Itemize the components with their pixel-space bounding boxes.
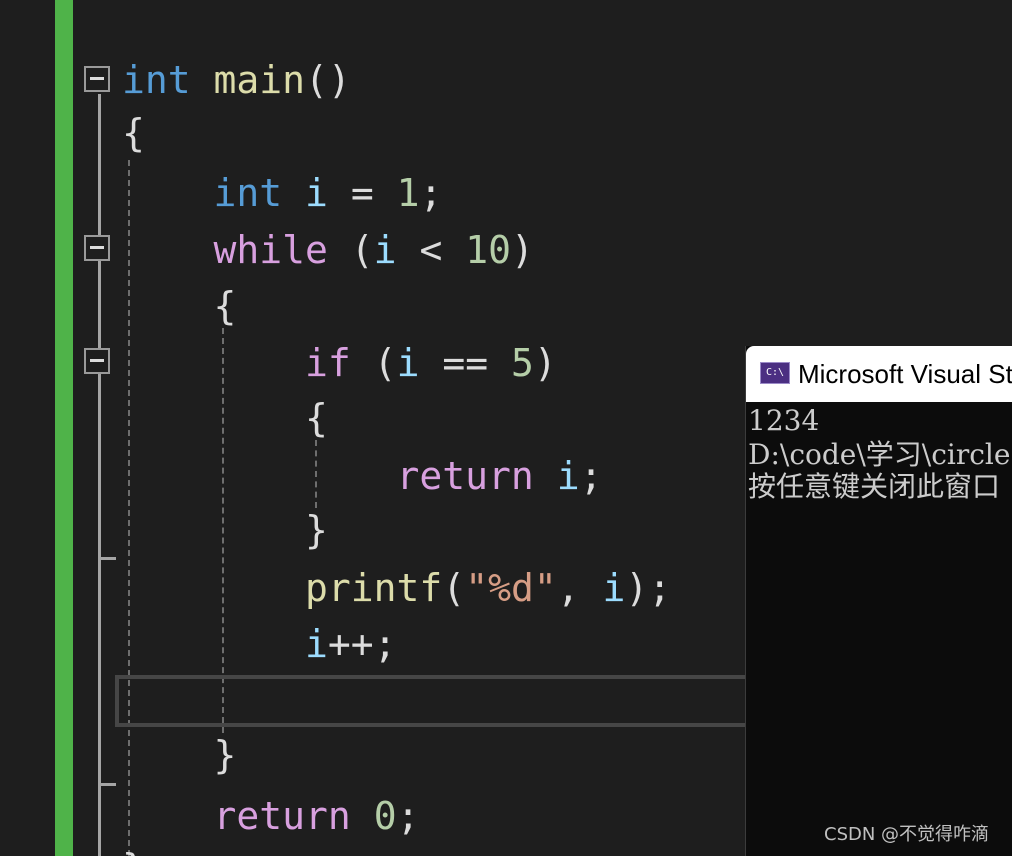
code-token: { xyxy=(122,284,237,328)
code-token: while xyxy=(213,228,328,272)
code-token: == xyxy=(419,341,511,385)
code-token: ( xyxy=(442,566,466,610)
code-line[interactable]: printf("%d", i); xyxy=(122,560,671,616)
code-token: if xyxy=(305,341,351,385)
code-token: return xyxy=(396,454,534,498)
console-app-icon: C:\ xyxy=(760,362,790,384)
outline-line-if-end xyxy=(98,557,116,560)
collapse-if-button[interactable] xyxy=(84,348,110,374)
console-title-bar[interactable]: C:\ Microsoft Visual Studio xyxy=(746,346,1012,402)
code-line[interactable]: } xyxy=(122,727,237,783)
console-window[interactable]: C:\ Microsoft Visual Studio 1234 D:\code… xyxy=(745,346,1012,856)
code-token: return xyxy=(213,794,351,838)
code-token: i xyxy=(305,171,328,215)
outline-line-while-end xyxy=(98,783,116,786)
code-token: ( xyxy=(327,228,374,272)
code-editor[interactable]: int main(){ int i = 1; while (i < 10) { … xyxy=(0,0,1012,856)
code-line[interactable]: { xyxy=(122,278,237,334)
code-token: i xyxy=(373,228,397,272)
code-token: < xyxy=(396,228,466,272)
code-token: () xyxy=(305,58,351,102)
code-token: ; xyxy=(396,794,420,838)
code-token: i xyxy=(396,341,420,385)
collapse-main-button[interactable] xyxy=(84,66,110,92)
code-token: printf xyxy=(305,566,443,610)
code-token: ; xyxy=(579,454,603,498)
code-token: ( xyxy=(350,341,397,385)
console-title: Microsoft Visual Studio xyxy=(798,359,1012,389)
code-line[interactable]: if (i == 5) xyxy=(122,335,557,391)
code-token: int xyxy=(122,58,191,102)
watermark: CSDN @不觉得咋滴 xyxy=(824,824,990,845)
code-line[interactable]: while (i < 10) xyxy=(122,222,534,278)
code-token: } xyxy=(122,508,328,552)
code-token: = xyxy=(327,171,397,215)
code-line[interactable]: return i; xyxy=(122,448,603,504)
code-token: i xyxy=(556,454,580,498)
code-token: i xyxy=(602,566,626,610)
code-line[interactable]: } xyxy=(122,502,328,558)
console-output-line: D:\code\学习\circle xyxy=(748,438,1011,471)
code-line[interactable]: return 0; xyxy=(122,788,420,844)
code-token: 1 xyxy=(396,171,420,215)
console-output-line: 1234 xyxy=(748,404,820,437)
code-token: { xyxy=(122,396,328,440)
code-token: ++; xyxy=(327,622,397,666)
code-token: ; xyxy=(419,171,443,215)
code-token: ) xyxy=(510,228,534,272)
code-token: ); xyxy=(625,566,672,610)
code-token: 10 xyxy=(465,228,511,272)
code-line[interactable]: i++; xyxy=(122,616,397,672)
code-token: int xyxy=(213,171,283,215)
change-tracking-bar xyxy=(55,0,73,856)
outline-line-main xyxy=(98,94,101,856)
code-token: , xyxy=(556,566,603,610)
code-line[interactable]: int i = 1; xyxy=(122,165,443,221)
code-token: { xyxy=(122,111,145,155)
code-token: } xyxy=(122,733,237,777)
code-line[interactable]: int main() xyxy=(122,52,351,108)
current-line-highlight xyxy=(115,675,755,727)
code-token: i xyxy=(305,622,328,666)
code-token: "%d" xyxy=(465,566,557,610)
code-token: 5 xyxy=(510,341,534,385)
code-line[interactable]: } xyxy=(122,840,145,856)
collapse-while-button[interactable] xyxy=(84,235,110,261)
code-line[interactable]: { xyxy=(122,105,145,161)
code-line[interactable]: { xyxy=(122,390,328,446)
console-output-line: 按任意键关闭此窗口 xyxy=(748,470,1001,503)
code-token: ) xyxy=(533,341,557,385)
code-token: 0 xyxy=(373,794,397,838)
code-token: main xyxy=(213,58,306,102)
code-token: } xyxy=(122,846,145,856)
